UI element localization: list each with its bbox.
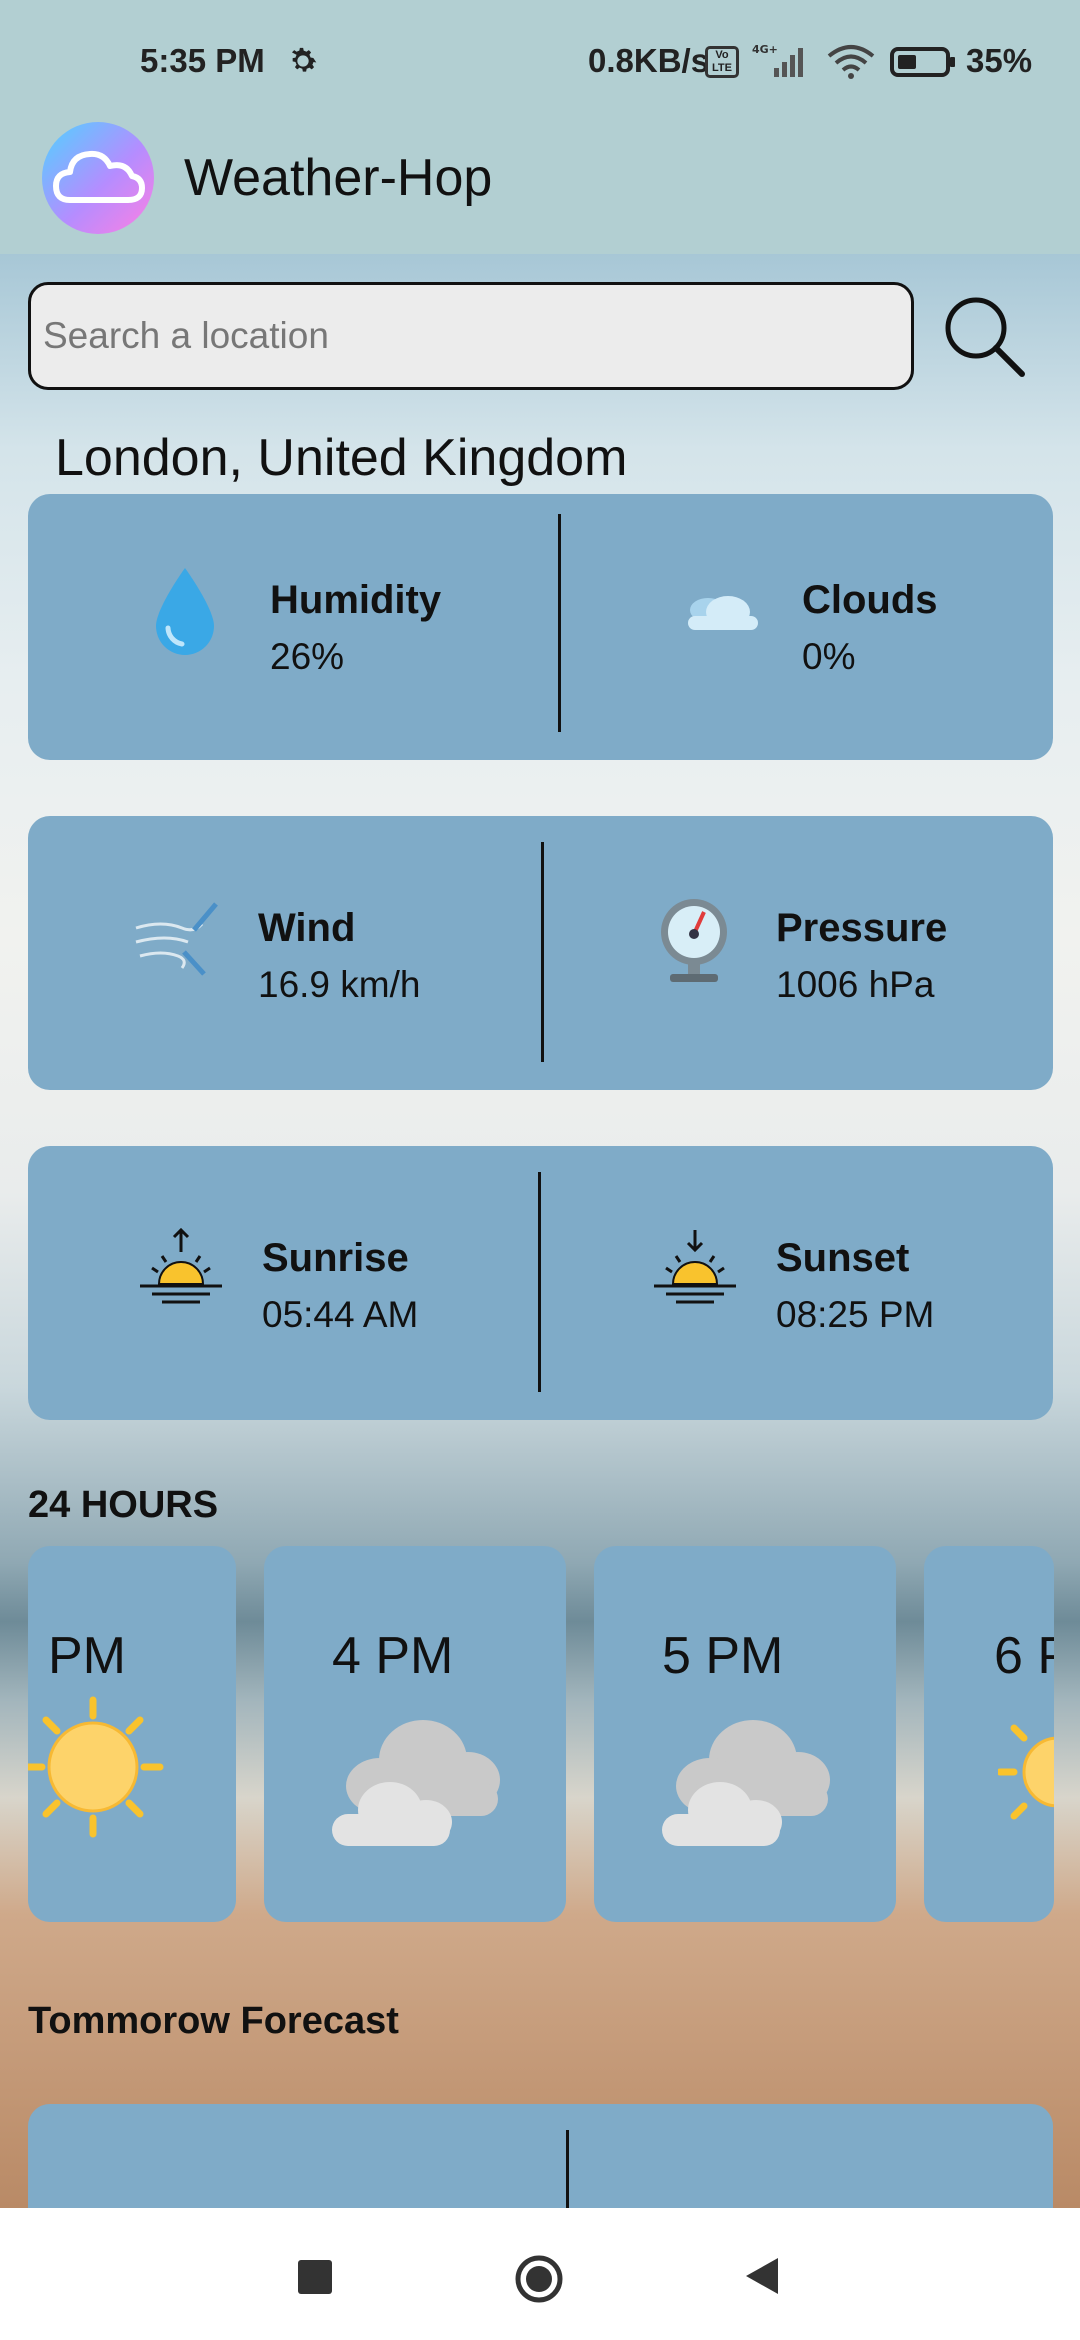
cloud-icon — [332, 1720, 500, 1846]
tomorrow-section-title: Tommorow Forecast — [28, 2000, 399, 2042]
water-drop-icon — [156, 568, 214, 655]
home-button[interactable] — [514, 2254, 564, 2304]
hour-card[interactable]: PM — [28, 1546, 236, 1922]
clouds-value: 0% — [802, 636, 856, 677]
sun-icon — [998, 1724, 1054, 1820]
sunrise-icon — [140, 1228, 222, 1304]
battery-icon — [890, 47, 955, 77]
search-input[interactable] — [28, 282, 914, 390]
app-logo — [42, 122, 154, 234]
app-title: Weather-Hop — [184, 149, 493, 207]
wind-value: 16.9 km/h — [258, 964, 421, 1005]
search-icon[interactable] — [938, 290, 1028, 380]
humidity-value: 26% — [270, 636, 345, 677]
hours-section-title: 24 HOURS — [28, 1484, 219, 1526]
wind-label: Wind — [258, 906, 356, 950]
location-title: London, United Kingdom — [55, 429, 628, 487]
app-bar — [0, 126, 1080, 254]
network-type: 4G+ — [752, 43, 778, 56]
wind-icon — [135, 902, 218, 976]
clouds-label: Clouds — [802, 578, 938, 622]
hour-label: 5 PM — [662, 1627, 784, 1685]
hour-card[interactable]: 4 PM — [264, 1546, 566, 1922]
sunset-label: Sunset — [776, 1236, 910, 1280]
cloud-logo-icon — [53, 150, 145, 203]
cloud-icon — [662, 1720, 830, 1846]
hour-label: PM — [48, 1627, 126, 1685]
card-divider — [538, 1172, 541, 1392]
hour-label: 6 P — [994, 1627, 1054, 1685]
back-button[interactable] — [744, 2256, 780, 2296]
tomorrow-forecast-card — [28, 2104, 1053, 2208]
battery-percent: 35% — [966, 42, 1033, 79]
volte-icon: Vo LTE — [705, 46, 739, 78]
hour-label: 4 PM — [332, 1627, 454, 1685]
card-divider — [541, 842, 544, 1062]
gear-icon — [291, 47, 317, 72]
sunset-icon — [654, 1230, 736, 1304]
status-bar: 5:35 PM 0.8KB/s Vo LTE 4G+ 35% — [0, 0, 1080, 126]
pressure-value: 1006 hPa — [776, 964, 935, 1005]
pressure-gauge-icon — [661, 899, 727, 982]
wifi-icon — [827, 45, 875, 79]
hour-card[interactable]: 5 PM — [594, 1546, 896, 1922]
cloud-icon — [688, 596, 758, 630]
sunset-value: 08:25 PM — [776, 1294, 935, 1335]
pressure-label: Pressure — [776, 906, 948, 950]
sun-icon — [28, 1696, 164, 1838]
recent-apps-button[interactable] — [298, 2260, 332, 2294]
card-divider — [566, 2130, 569, 2208]
signal-icon: 4G+ — [752, 43, 803, 77]
humidity-label: Humidity — [270, 578, 442, 622]
hour-card[interactable]: 6 P — [924, 1546, 1054, 1922]
status-time: 5:35 PM — [140, 42, 265, 79]
sunrise-value: 05:44 AM — [262, 1294, 419, 1335]
net-speed: 0.8KB/s — [588, 42, 710, 79]
sunrise-label: Sunrise — [262, 1236, 409, 1280]
card-divider — [558, 514, 561, 732]
